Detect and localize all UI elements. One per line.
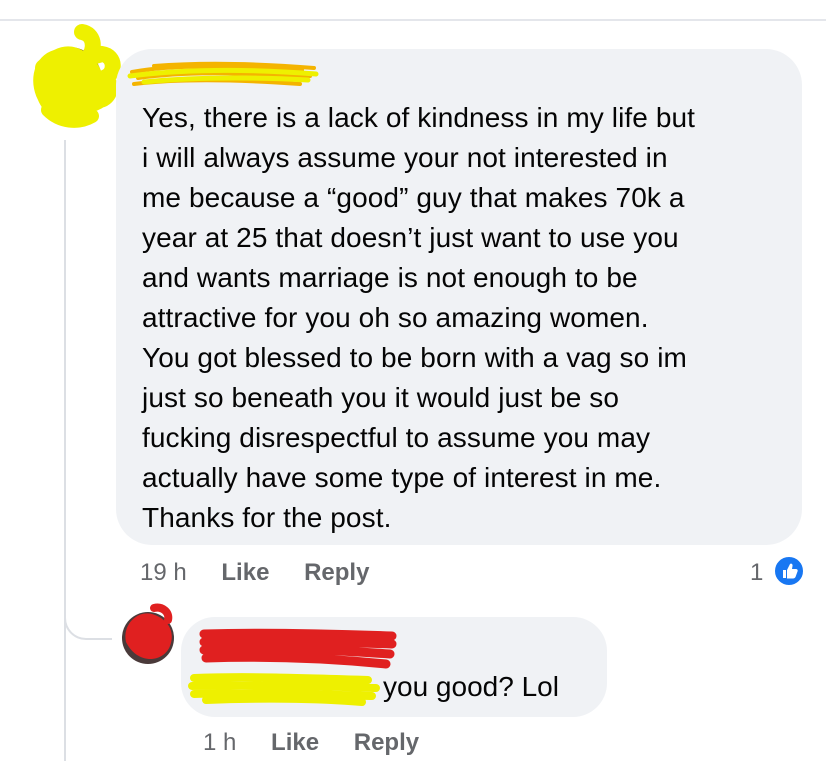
divider bbox=[0, 19, 826, 21]
reply-meta: 1 h Like Reply bbox=[203, 728, 419, 758]
reaction-count[interactable]: 1 bbox=[750, 558, 763, 588]
reply-button[interactable]: Reply bbox=[304, 559, 369, 586]
comment-timestamp[interactable]: 19 h bbox=[140, 559, 187, 586]
avatar[interactable] bbox=[24, 24, 124, 138]
avatar-redaction-scribble bbox=[122, 603, 174, 664]
author-name-redaction bbox=[127, 61, 319, 86]
reply-text: you good? Lol bbox=[383, 671, 559, 702]
like-button[interactable]: Like bbox=[221, 559, 269, 586]
mention-redaction bbox=[188, 673, 380, 706]
thumbs-up-icon[interactable] bbox=[773, 555, 805, 587]
avatar[interactable] bbox=[118, 603, 178, 670]
reply-timestamp[interactable]: 1 h bbox=[203, 729, 236, 756]
reply-author-redaction bbox=[199, 628, 397, 669]
comment-meta: 19 h Like Reply bbox=[140, 558, 369, 588]
avatar-redaction-scribble bbox=[33, 24, 121, 128]
reply-reply-button[interactable]: Reply bbox=[354, 729, 419, 756]
thread-line bbox=[64, 140, 66, 761]
comment-text: Yes, there is a lack of kindness in my l… bbox=[142, 102, 696, 533]
thread-branch bbox=[64, 592, 112, 640]
reply-like-button[interactable]: Like bbox=[271, 729, 319, 756]
